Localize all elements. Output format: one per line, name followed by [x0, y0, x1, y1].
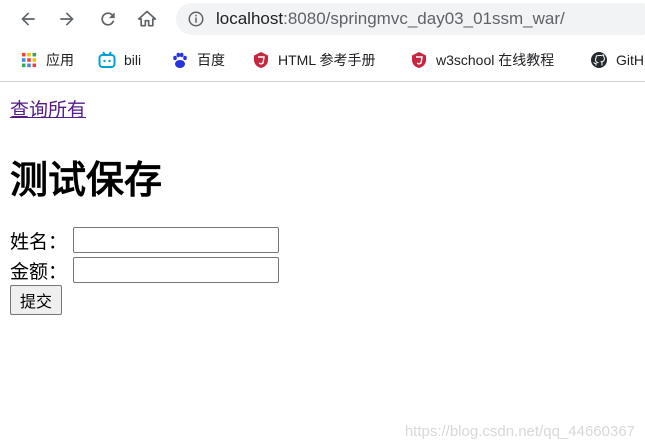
query-all-link[interactable]: 查询所有: [10, 95, 86, 122]
arrow-left-icon: [21, 12, 35, 26]
name-label: 姓名：: [10, 230, 68, 253]
html-shield-icon: [252, 51, 270, 69]
bookmark-github[interactable]: GitH: [590, 47, 644, 73]
bookmark-apps[interactable]: 应用: [20, 47, 74, 73]
home-button[interactable]: [133, 5, 161, 33]
address-bar[interactable]: localhost:8080/springmvc_day03_01ssm_war…: [176, 3, 645, 35]
apps-grid-icon: [20, 51, 38, 69]
page-content: 查询所有 测试保存 姓名： 金额： 提交 https://blog.csdn.n…: [0, 83, 645, 448]
bookmark-label: bili: [124, 52, 142, 68]
forward-button[interactable]: [53, 5, 81, 33]
bookmark-label: HTML 参考手册: [278, 52, 376, 68]
money-input[interactable]: [73, 257, 280, 283]
browser-chrome: localhost:8080/springmvc_day03_01ssm_war…: [0, 0, 645, 82]
info-icon[interactable]: [187, 10, 205, 28]
url-text[interactable]: localhost:8080/springmvc_day03_01ssm_war…: [216, 9, 565, 29]
bookmark-label: 应用: [46, 52, 74, 68]
bilibili-icon: [98, 51, 116, 69]
money-label: 金额：: [10, 260, 68, 283]
watermark: https://blog.csdn.net/qq_44660367: [404, 423, 635, 440]
name-row: 姓名：: [10, 227, 280, 253]
arrow-right-icon: [60, 12, 74, 26]
bookmark-html-reference[interactable]: HTML 参考手册: [252, 47, 375, 73]
bookmark-w3school[interactable]: w3school 在线教程: [410, 47, 554, 73]
bookmark-label: w3school 在线教程: [436, 52, 555, 68]
bookmark-baidu[interactable]: 百度: [171, 47, 225, 73]
github-icon: [590, 51, 608, 69]
baidu-paw-icon: [171, 51, 189, 69]
reload-button[interactable]: [94, 5, 122, 33]
bookmark-label: GitH: [616, 52, 644, 68]
submit-button[interactable]: 提交: [10, 285, 63, 315]
reload-icon: [101, 12, 115, 26]
money-row: 金额：: [10, 257, 280, 283]
url-path: :8080/springmvc_day03_01ssm_war/: [283, 9, 565, 28]
home-icon: [137, 10, 157, 27]
bookmarks-bar: 应用 bili 百度 HTML 参考手册 w3school 在线教程 GitH: [0, 43, 645, 77]
name-input[interactable]: [73, 227, 280, 253]
bookmark-bili[interactable]: bili: [98, 47, 141, 73]
w3school-shield-icon: [410, 51, 428, 69]
back-button[interactable]: [14, 5, 42, 33]
url-host: localhost: [216, 9, 284, 28]
browser-toolbar: localhost:8080/springmvc_day03_01ssm_war…: [0, 0, 645, 38]
page-title: 测试保存: [10, 158, 163, 202]
bookmark-label: 百度: [197, 52, 225, 68]
